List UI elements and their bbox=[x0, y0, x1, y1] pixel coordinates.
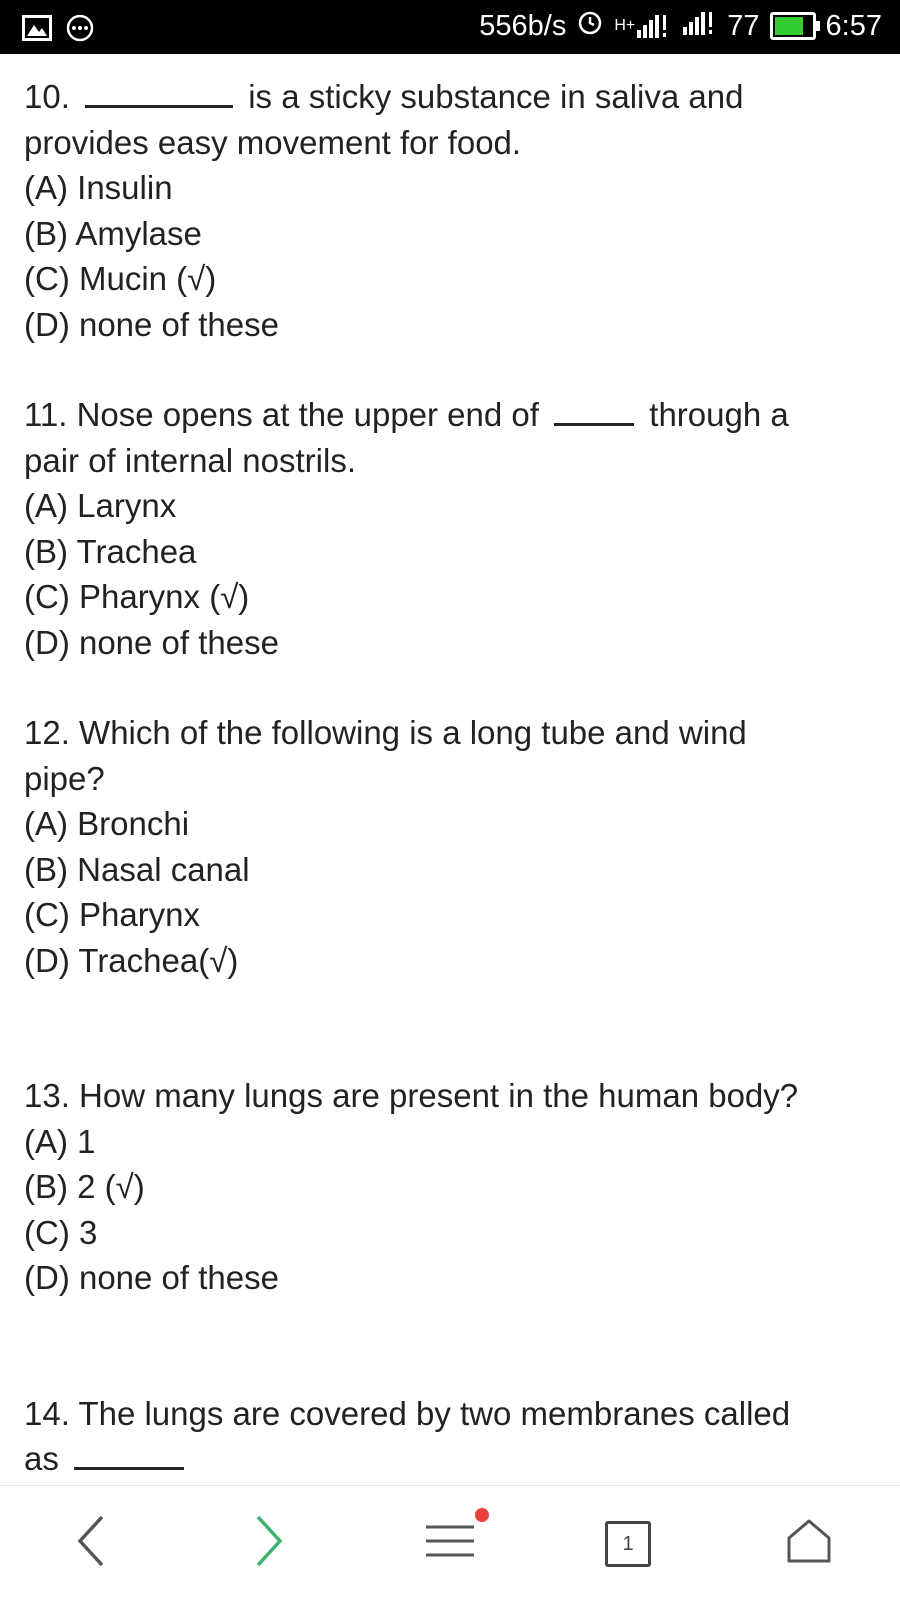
notification-dot bbox=[475, 1508, 489, 1522]
question-text: 10. is a sticky substance in saliva and bbox=[24, 74, 884, 120]
question-text-line: provides easy movement for food. bbox=[24, 123, 522, 161]
question-text: 13. How many lungs are present in the hu… bbox=[24, 1077, 799, 1114]
option-b: (B) Amylase bbox=[24, 214, 202, 252]
network-type: H+ bbox=[614, 17, 636, 34]
forward-button[interactable] bbox=[214, 1486, 324, 1601]
quiz-content: 10. is a sticky substance in saliva and … bbox=[24, 74, 884, 1482]
question-text: 14. The lungs are covered by two membran… bbox=[24, 1394, 791, 1432]
mobile-data-signal: H+ bbox=[614, 14, 671, 38]
home-icon bbox=[785, 1518, 833, 1569]
answer-blank bbox=[74, 1443, 185, 1470]
question-text: 11. Nose opens at the upper end of throu… bbox=[24, 392, 884, 438]
option-b: (B) 2 (√) bbox=[24, 1168, 145, 1205]
option-c: (C) 3 bbox=[24, 1213, 98, 1251]
option-d: (D) none of these bbox=[24, 305, 279, 343]
question-text-part: through a bbox=[649, 396, 789, 433]
network-speed: 556b/s bbox=[479, 9, 567, 42]
question-text-line: pair of internal nostrils. bbox=[24, 441, 356, 479]
option-d: (D) Trachea(√) bbox=[24, 941, 239, 979]
option-c: (C) Mucin (√) bbox=[24, 260, 217, 297]
answer-blank bbox=[85, 81, 234, 108]
question-number: 10. bbox=[24, 78, 70, 115]
tab-count: 1 bbox=[605, 1520, 651, 1567]
more-notification-icon bbox=[66, 14, 94, 47]
option-a: (A) Insulin bbox=[24, 169, 173, 206]
home-button[interactable] bbox=[754, 1486, 864, 1601]
battery-level: 77 bbox=[727, 9, 760, 42]
signal-strength-icon bbox=[681, 10, 717, 43]
status-bar: 556b/s H+ 77 6:57 bbox=[0, 0, 900, 54]
question-text-part: is a sticky substance in saliva and bbox=[248, 78, 744, 115]
question-12: 12. Which of the following is a long tub… bbox=[24, 710, 884, 983]
question-text: 12. Which of the following is a long tub… bbox=[24, 714, 747, 751]
option-a: (A) 1 bbox=[24, 1122, 96, 1160]
option-b: (B) Trachea bbox=[24, 532, 197, 570]
signal-icon bbox=[637, 15, 667, 38]
menu-button[interactable] bbox=[395, 1486, 505, 1601]
battery-icon bbox=[769, 12, 820, 40]
question-text-line: as bbox=[24, 1436, 884, 1482]
question-10: 10. is a sticky substance in saliva and … bbox=[24, 74, 884, 347]
chevron-left-icon bbox=[76, 1514, 106, 1573]
option-c: (C) Pharynx bbox=[24, 896, 201, 933]
question-text-part: 11. Nose opens at the upper end of bbox=[24, 396, 539, 433]
option-c: (C) Pharynx (√) bbox=[24, 578, 250, 615]
clock: 6:57 bbox=[825, 9, 882, 42]
question-11: 11. Nose opens at the upper end of throu… bbox=[24, 392, 884, 665]
bottom-navigation-bar: 1 bbox=[0, 1485, 900, 1601]
question-text-line: pipe? bbox=[24, 759, 105, 797]
option-b: (B) Nasal canal bbox=[24, 850, 250, 888]
question-13: 13. How many lungs are present in the hu… bbox=[24, 1073, 884, 1301]
menu-icon bbox=[424, 1519, 476, 1568]
back-button[interactable] bbox=[36, 1486, 146, 1601]
option-a: (A) Bronchi bbox=[24, 805, 190, 842]
image-notification-icon bbox=[22, 15, 52, 46]
question-text-part: as bbox=[24, 1440, 59, 1477]
option-a: (A) Larynx bbox=[24, 487, 177, 524]
tabs-button[interactable]: 1 bbox=[573, 1486, 683, 1601]
question-14: 14. The lungs are covered by two membran… bbox=[24, 1391, 884, 1482]
chevron-right-icon bbox=[254, 1514, 284, 1573]
alarm-icon bbox=[576, 8, 604, 44]
option-d: (D) none of these bbox=[24, 623, 279, 661]
answer-blank bbox=[554, 399, 635, 426]
option-d: (D) none of these bbox=[24, 1259, 279, 1296]
